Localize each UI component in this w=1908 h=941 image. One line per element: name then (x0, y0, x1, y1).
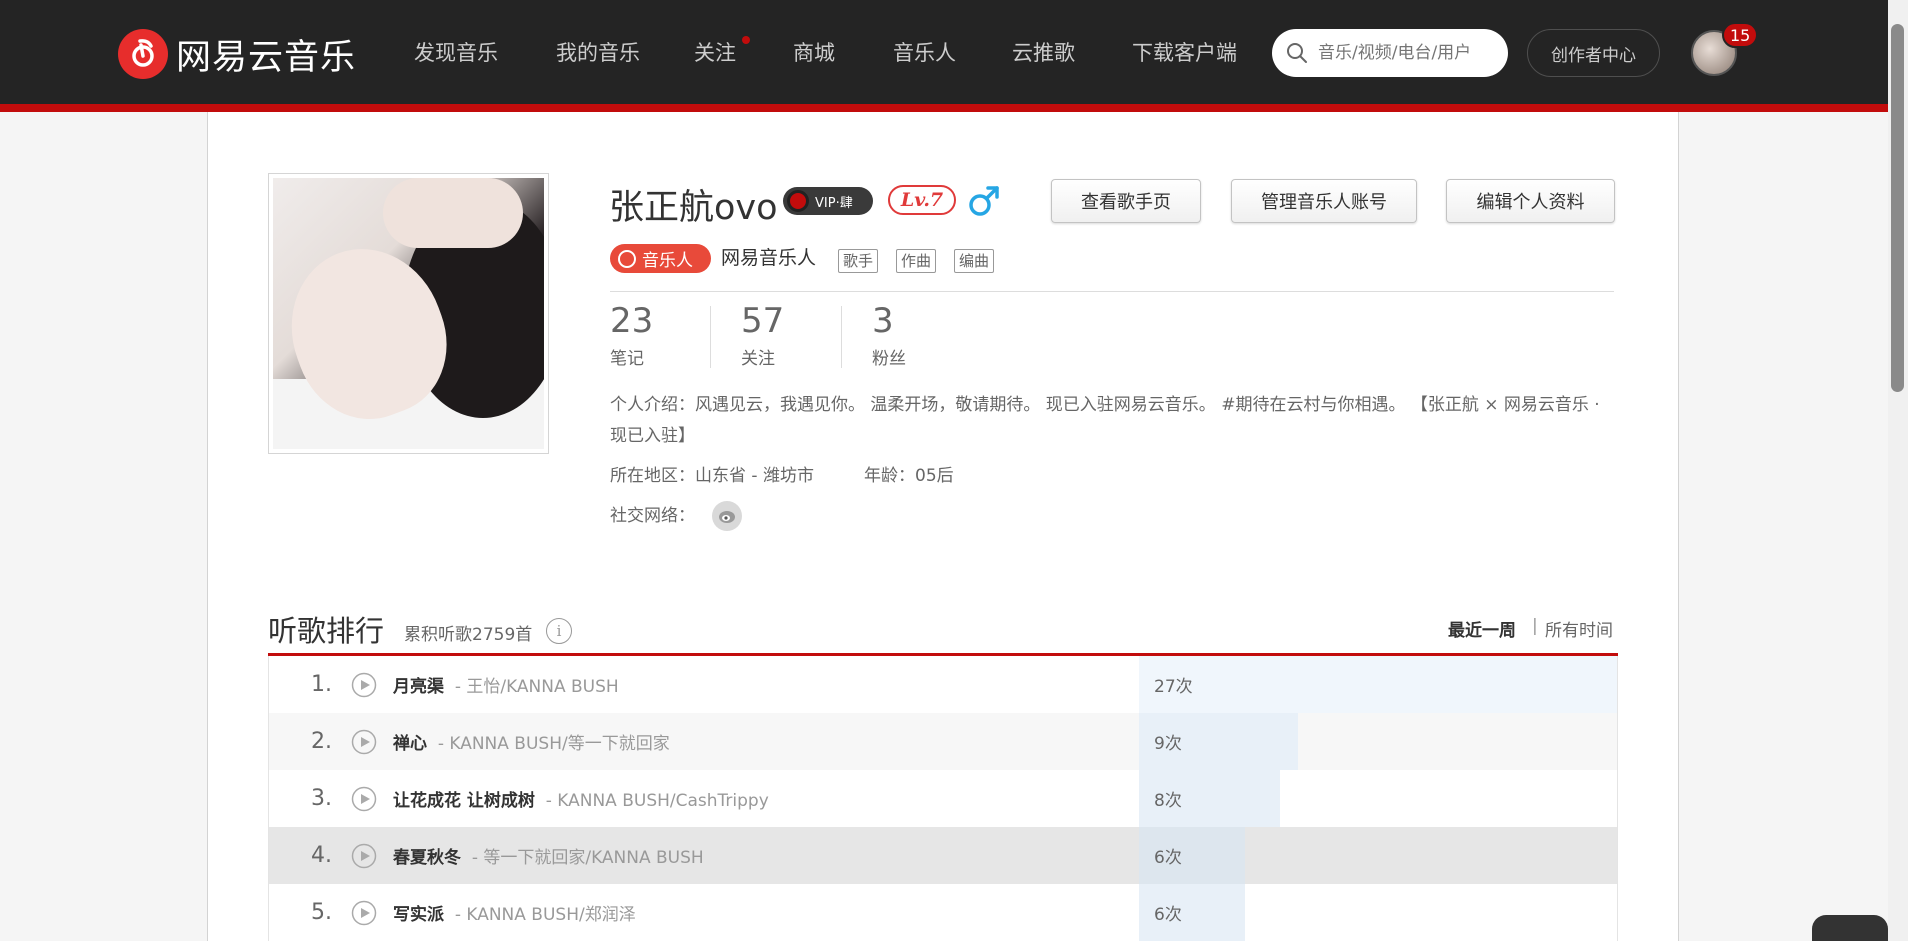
notification-count-badge: 15 (1722, 22, 1759, 48)
search-box[interactable] (1272, 29, 1508, 77)
creator-center-button[interactable]: 创作者中心 (1527, 29, 1660, 77)
nav-discover[interactable]: 发现音乐 (414, 30, 498, 76)
profile-photo (268, 173, 549, 454)
skill-tag-singer: 歌手 (838, 249, 879, 273)
nav-musician[interactable]: 音乐人 (893, 30, 956, 76)
stat-followers[interactable]: 3 粉丝 (872, 300, 906, 369)
song-title[interactable]: 禅心 - KANNA BUSH/等一下就回家 (393, 729, 670, 754)
play-count-bar (1139, 656, 1617, 713)
rank-number: 1. (311, 672, 332, 697)
table-row[interactable]: 5. 写实派 - KANNA BUSH/郑润泽 6次 (269, 884, 1617, 941)
lock-toggle-button[interactable] (1812, 915, 1888, 941)
male-icon (969, 186, 999, 216)
nav-follow-label: 关注 (694, 41, 736, 65)
play-icon[interactable] (351, 843, 377, 869)
nav-mall[interactable]: 商城 (793, 30, 835, 76)
stat-notes-number: 23 (610, 301, 654, 341)
song-artist: - 王怡/KANNA BUSH (454, 677, 619, 697)
period-separator: | (1532, 616, 1538, 636)
play-count: 9次 (1154, 734, 1182, 754)
song-artist: - KANNA BUSH/等一下就回家 (437, 734, 670, 754)
nav-my-music[interactable]: 我的音乐 (556, 30, 640, 76)
song-name: 禅心 (393, 734, 427, 754)
netease-logo-icon (118, 29, 168, 79)
song-artist: - 等一下就回家/KANNA BUSH (471, 848, 704, 868)
social-label: 社交网络： (610, 506, 695, 526)
period-all-time[interactable]: 所有时间 (1545, 616, 1613, 641)
view-artist-page-button[interactable]: 查看歌手页 (1051, 179, 1201, 223)
play-icon[interactable] (351, 672, 377, 698)
rank-number: 4. (311, 843, 332, 868)
play-count: 6次 (1154, 848, 1182, 868)
table-row[interactable]: 3. 让花成花 让树成树 - KANNA BUSH/CashTrippy 8次 (269, 770, 1617, 827)
stat-notes-label: 笔记 (610, 349, 644, 369)
stat-following[interactable]: 57 关注 (741, 300, 784, 369)
skill-tag-composer: 作曲 (896, 249, 937, 273)
notification-dot (742, 36, 750, 44)
search-icon (1287, 43, 1307, 63)
song-artist: - KANNA BUSH/CashTrippy (545, 791, 769, 811)
accent-strip (0, 104, 1908, 112)
song-title[interactable]: 春夏秋冬 - 等一下就回家/KANNA BUSH (393, 843, 704, 868)
vinyl-icon (787, 190, 809, 212)
play-count: 27次 (1154, 677, 1193, 697)
play-icon[interactable] (351, 786, 377, 812)
skill-tag-arranger: 编曲 (954, 249, 995, 273)
rank-number: 5. (311, 900, 332, 925)
music-note-icon (618, 249, 636, 268)
song-title[interactable]: 写实派 - KANNA BUSH/郑润泽 (393, 900, 636, 925)
nav-download-client[interactable]: 下载客户端 (1132, 30, 1237, 76)
table-row[interactable]: 2. 禅心 - KANNA BUSH/等一下就回家 9次 (269, 713, 1617, 770)
vip-label: VIP·肆 (815, 195, 853, 211)
song-name: 春夏秋冬 (393, 848, 461, 868)
period-recent-week[interactable]: 最近一周 (1448, 616, 1516, 641)
rank-number: 2. (311, 729, 332, 754)
play-icon[interactable] (351, 900, 377, 926)
stat-followers-label: 粉丝 (872, 349, 906, 369)
stat-separator (841, 306, 842, 368)
profile-location: 所在地区：山东省 - 潍坊市 (610, 466, 814, 486)
play-count: 8次 (1154, 791, 1182, 811)
edit-profile-button[interactable]: 编辑个人资料 (1446, 179, 1615, 223)
logo-text: 网易云音乐 (176, 37, 357, 78)
stat-following-number: 57 (741, 301, 785, 341)
nav-follow[interactable]: 关注 (694, 30, 750, 76)
play-icon[interactable] (351, 729, 377, 755)
role-text: 网易音乐人 (721, 247, 817, 269)
manage-musician-account-button[interactable]: 管理音乐人账号 (1231, 179, 1417, 223)
weibo-icon[interactable] (712, 501, 742, 531)
profile-intro: 个人介绍：风遇见云，我遇见你。 温柔开场，敬请期待。 现已入驻网易云音乐。 #期… (610, 395, 1600, 446)
song-artist: - KANNA BUSH/郑润泽 (454, 905, 636, 925)
nav-cloud-recommend[interactable]: 云推歌 (1012, 30, 1075, 76)
username: 张正航ovo (609, 188, 778, 228)
profile-divider (610, 291, 1614, 292)
song-title[interactable]: 让花成花 让树成树 - KANNA BUSH/CashTrippy (393, 786, 769, 811)
stat-notes[interactable]: 23 笔记 (610, 300, 653, 369)
logo[interactable]: 网易云音乐 (118, 29, 356, 79)
profile-age: 年龄：05后 (864, 466, 954, 486)
song-title[interactable]: 月亮渠 - 王怡/KANNA BUSH (393, 672, 619, 697)
search-input[interactable] (1318, 43, 1508, 63)
song-name: 月亮渠 (393, 677, 444, 697)
table-row[interactable]: 4. 春夏秋冬 - 等一下就回家/KANNA BUSH 6次 (269, 827, 1617, 884)
stat-following-label: 关注 (741, 349, 775, 369)
ranking-subtitle: 累积听歌2759首 (404, 625, 533, 645)
stat-followers-number: 3 (872, 301, 894, 341)
musician-tag-label: 音乐人 (642, 251, 693, 271)
level-badge[interactable]: Lv.7 (888, 185, 956, 215)
scrollbar-thumb[interactable] (1891, 24, 1904, 392)
rank-number: 3. (311, 786, 332, 811)
stat-separator (710, 306, 711, 368)
musician-tag[interactable]: 音乐人 (610, 244, 711, 273)
ranking-list: 1. 月亮渠 - 王怡/KANNA BUSH 27次 2. 禅心 - KANNA… (268, 656, 1618, 941)
info-icon[interactable]: i (546, 618, 572, 644)
play-count: 6次 (1154, 905, 1182, 925)
vip-badge[interactable]: VIP·肆 (783, 187, 873, 215)
song-name: 让花成花 让树成树 (393, 791, 535, 811)
top-nav-bar: 网易云音乐 发现音乐 我的音乐 关注 商城 音乐人 云推歌 下载客户端 创作者中… (0, 0, 1908, 104)
table-row[interactable]: 1. 月亮渠 - 王怡/KANNA BUSH 27次 (269, 656, 1617, 713)
ranking-title: 听歌排行 (268, 614, 385, 648)
song-name: 写实派 (393, 905, 444, 925)
